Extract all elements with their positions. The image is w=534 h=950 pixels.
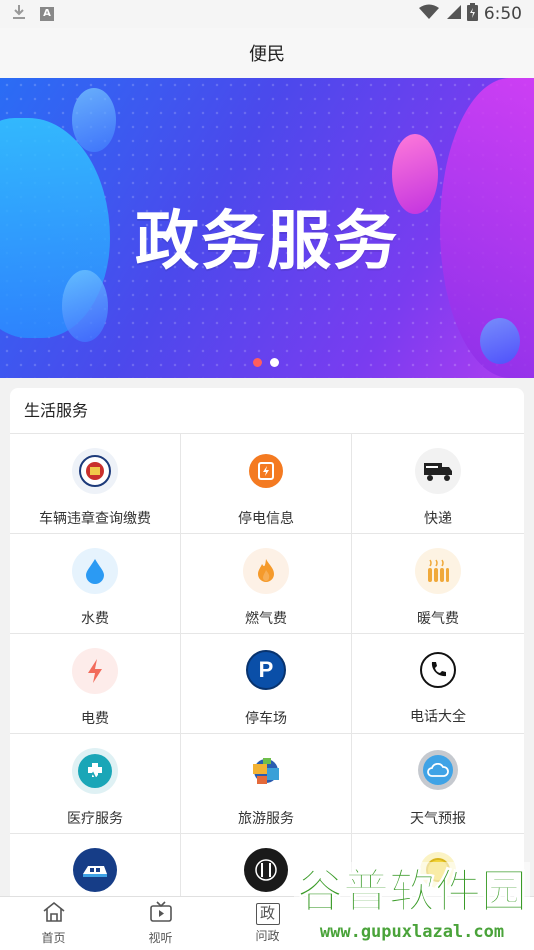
status-bar: A 6:50 xyxy=(0,0,534,28)
service-label: 医疗服务 xyxy=(67,811,123,827)
wifi-icon xyxy=(418,4,439,25)
banner-title: 政务服务 xyxy=(135,205,399,279)
service-medical[interactable]: 医疗服务 xyxy=(10,734,181,834)
tv-icon xyxy=(149,901,173,927)
banner-indicators xyxy=(253,358,279,367)
tab-home[interactable]: 首页 xyxy=(0,897,107,950)
home-icon xyxy=(42,901,66,927)
service-water-fee[interactable]: 水费 xyxy=(10,534,181,634)
water-drop-icon xyxy=(72,548,118,594)
tab-label: 问政 xyxy=(255,929,280,943)
bus-icon xyxy=(73,848,117,892)
service-vehicle-violation[interactable]: 车辆违章查询缴费 xyxy=(10,434,181,534)
watermark-url: www.gupuxlazal.com xyxy=(319,922,505,942)
service-label: 停车场 xyxy=(245,711,287,727)
service-weather[interactable]: 天气预报 xyxy=(352,734,524,834)
service-label: 旅游服务 xyxy=(238,811,294,827)
tab-video[interactable]: 视听 xyxy=(107,897,214,950)
service-label: 快递 xyxy=(424,511,452,527)
zheng-icon: 政 xyxy=(255,903,280,925)
service-label: 车辆违章查询缴费 xyxy=(39,511,151,527)
service-label: 停电信息 xyxy=(238,511,294,527)
travel-icon xyxy=(243,748,289,794)
service-label: 电费 xyxy=(81,711,109,727)
lightning-icon xyxy=(72,648,118,694)
service-label: 暖气费 xyxy=(417,611,459,627)
tab-label: 首页 xyxy=(41,931,66,945)
radiator-icon xyxy=(415,548,461,594)
service-label: 电话大全 xyxy=(410,709,466,725)
delivery-truck-icon xyxy=(415,448,461,494)
service-heating-fee[interactable]: 暖气费 xyxy=(352,534,524,634)
service-parking[interactable]: P 停车场 xyxy=(181,634,352,734)
service-label: 水费 xyxy=(81,611,109,627)
banner-carousel[interactable]: 政务服务 xyxy=(0,78,534,378)
parking-icon: P xyxy=(246,650,286,690)
service-label: 天气预报 xyxy=(410,811,466,827)
section-title: 生活服务 xyxy=(10,388,524,434)
dining-icon xyxy=(244,848,288,892)
phone-icon xyxy=(420,652,456,688)
power-notice-icon xyxy=(249,454,283,488)
flame-icon xyxy=(243,548,289,594)
battery-icon xyxy=(466,2,478,26)
watermark: 谷普软件园 www.gupuxlazal.com xyxy=(294,862,530,946)
service-express[interactable]: 快递 xyxy=(352,434,524,534)
service-phone-directory[interactable]: 电话大全 xyxy=(352,634,524,734)
service-travel[interactable]: 旅游服务 xyxy=(181,734,352,834)
signal-icon xyxy=(445,4,461,25)
medical-icon xyxy=(72,748,118,794)
service-power-outage[interactable]: 停电信息 xyxy=(181,434,352,534)
banner-bubble-corner xyxy=(480,318,520,364)
tab-label: 视听 xyxy=(148,931,173,945)
banner-bubble-top xyxy=(72,88,116,152)
download-icon xyxy=(12,4,26,24)
font-badge-icon: A xyxy=(40,7,54,21)
banner-indicator-2[interactable] xyxy=(270,358,279,367)
watermark-title: 谷普软件园 xyxy=(294,862,530,920)
police-badge-icon xyxy=(72,448,118,494)
service-gas-fee[interactable]: 燃气费 xyxy=(181,534,352,634)
weather-cloud-icon xyxy=(418,750,458,790)
services-grid: 车辆违章查询缴费 停电信息 快递 水费 燃气费 暖气费 电费 P 停车场 电话大… xyxy=(10,434,524,908)
status-time: 6:50 xyxy=(483,4,522,24)
service-label: 燃气费 xyxy=(245,611,287,627)
app-header: 便民 xyxy=(0,28,534,78)
banner-indicator-1[interactable] xyxy=(253,358,262,367)
service-electric-fee[interactable]: 电费 xyxy=(10,634,181,734)
life-services-card: 生活服务 车辆违章查询缴费 停电信息 快递 水费 燃气费 暖气费 电费 P 停车… xyxy=(10,388,524,908)
page-title: 便民 xyxy=(249,44,285,65)
